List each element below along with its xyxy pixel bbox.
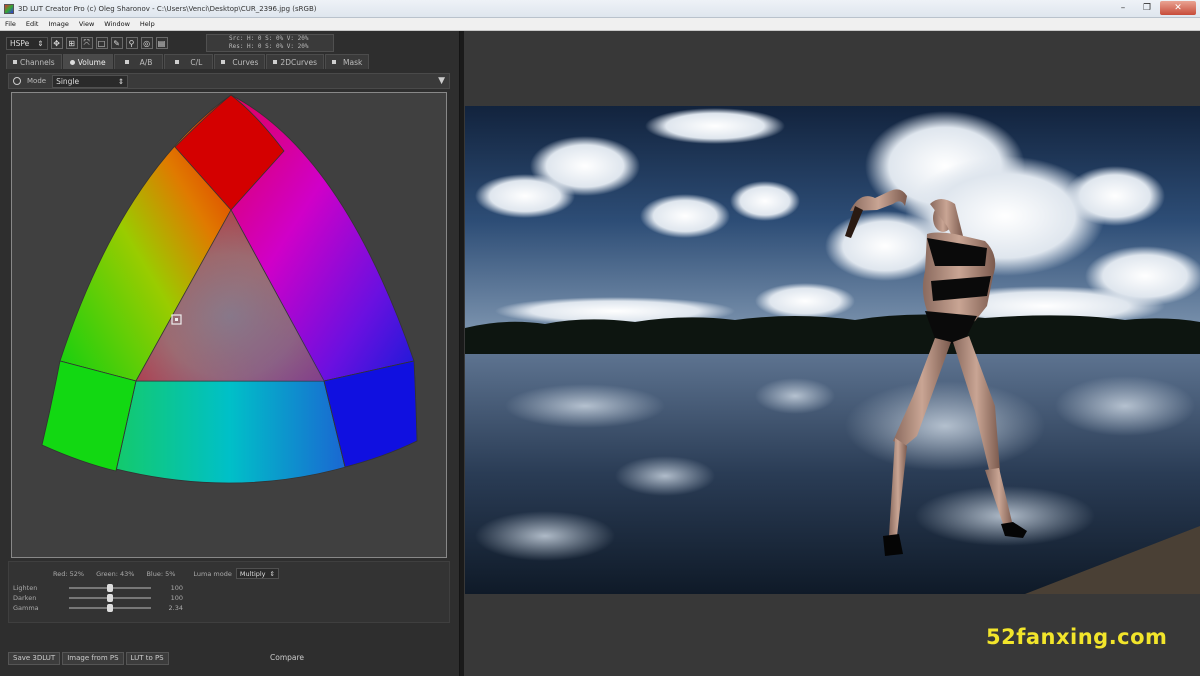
tab-marker-icon [175,60,180,64]
slider-track[interactable] [69,604,151,612]
tab-label: A/B [139,57,153,67]
compare-button[interactable]: Compare [270,653,304,662]
color-volume-canvas[interactable] [11,92,447,558]
tab-label: Curves [232,57,259,67]
treeline [465,314,1200,356]
image-from-ps-button[interactable]: Image from PS [62,651,124,665]
tab-label: C/L [190,57,203,67]
slider-value: 100 [170,594,183,602]
grid-icon[interactable]: ⊞ [65,37,78,49]
menu-image[interactable]: Image [43,20,73,28]
slider-darken: Darken 100 [13,593,193,603]
readout-src: Src: H: 0 S: 0% V: 20% [229,35,309,42]
slider-knob[interactable] [107,594,113,602]
editor-panel: HSPe ⇕ ✥ ⊞ ⤧ □ ✎ ⚲ ◎ ▤ Src: H: 0 S: 0% V… [0,31,460,676]
tab-label: 2DCurves [280,57,318,67]
tab-marker-icon [124,60,129,64]
tab-marker-icon [332,60,337,64]
mode-select[interactable]: Single ⇕ [52,74,129,88]
menu-edit[interactable]: Edit [21,20,44,28]
slider-knob[interactable] [107,604,113,612]
mode-label: Mode [27,77,47,85]
tab-label: Volume [77,57,106,67]
image-viewer[interactable]: 52fanxing.com [464,31,1200,676]
photo-graphic [465,106,1200,594]
mode-value: Single [56,76,80,86]
menu-file[interactable]: File [0,20,21,28]
slider-track[interactable] [69,594,151,602]
green-value: Green: 43% [96,569,135,578]
layers-icon[interactable]: ▤ [155,37,168,49]
updown-icon: ⇕ [269,569,275,578]
luma-mode-label: Luma mode [193,569,232,578]
luma-mode-value: Multiply [239,569,266,578]
move-icon[interactable]: ✥ [50,37,63,49]
color-volume-graphic [41,94,418,484]
tab-curves[interactable]: Curves [214,54,266,69]
tab-volume[interactable]: Volume [62,54,113,69]
slider-label: Darken [13,594,37,602]
updown-icon: ⇕ [37,38,44,48]
tab-marker-icon [13,60,17,64]
close-button[interactable]: ✕ [1160,1,1196,15]
slider-knob[interactable] [107,584,113,592]
adjustments-panel: Red: 52% Green: 43% Blue: 5% Luma mode M… [8,561,450,623]
window-title: 3D LUT Creator Pro (c) Oleg Sharonov - C… [18,4,317,13]
tab-2dcurves[interactable]: 2DCurves [266,54,325,69]
color-marker-dot [175,318,178,321]
shrink-icon[interactable]: ⤧ [80,37,93,49]
save-3dlut-button[interactable]: Save 3DLUT [8,651,61,665]
rgb-readout: Red: 52% Green: 43% Blue: 5% Luma mode M… [53,568,279,579]
updown-icon: ⇕ [117,76,125,86]
tab-channels[interactable]: Channels [6,54,62,69]
slider-label: Gamma [13,604,39,612]
readout-res: Res: H: 0 S: 0% V: 20% [229,43,309,50]
maximize-button[interactable]: ❐ [1136,1,1158,15]
tab-marker-icon [221,60,226,64]
red-value: Red: 52% [53,569,85,578]
ring-icon[interactable]: ◎ [140,37,153,49]
toolbar: HSPe ⇕ ✥ ⊞ ⤧ □ ✎ ⚲ ◎ ▤ [6,35,168,51]
collapse-triangle-icon[interactable]: ▼ [438,76,445,86]
menu-bar: File Edit Image View Window Help [0,18,1200,31]
color-readout: Src: H: 0 S: 0% V: 20% Res: H: 0 S: 0% V… [206,34,334,52]
preview-photo[interactable] [465,106,1200,594]
tab-ab[interactable]: A/B [113,54,164,69]
mode-bar: Mode Single ⇕ ▼ [8,73,450,89]
tab-mask[interactable]: Mask [325,54,370,69]
square-icon[interactable]: □ [95,37,108,49]
footer-bar: Save 3DLUT Image from PS LUT to PS Compa… [8,651,458,665]
tab-bar: Channels Volume A/B C/L Curves 2DCurves … [6,54,370,70]
colorspace-select[interactable]: HSPe ⇕ [6,36,48,50]
window-controls: – ❐ ✕ [1112,1,1196,15]
magnifier-icon[interactable]: ⚲ [125,37,138,49]
minimize-button[interactable]: – [1112,1,1134,15]
menu-window[interactable]: Window [99,20,135,28]
window-titlebar: 3D LUT Creator Pro (c) Oleg Sharonov - C… [0,0,1200,18]
slider-value: 2.34 [168,604,183,612]
menu-view[interactable]: View [74,20,99,28]
tab-cl[interactable]: C/L [164,54,214,69]
lut-to-ps-button[interactable]: LUT to PS [125,651,169,665]
tab-label: Channels [20,57,55,67]
slider-track[interactable] [69,584,151,592]
slider-lighten: Lighten 100 [13,583,193,593]
slider-gamma: Gamma 2.34 [13,603,193,613]
tab-label: Mask [343,57,363,67]
menu-help[interactable]: Help [135,20,160,28]
tab-marker-icon [273,60,278,64]
app-icon [4,3,14,14]
colorspace-value: HSPe [10,38,30,48]
tab-marker-icon [69,59,75,65]
eyedropper-icon[interactable]: ✎ [110,37,123,49]
circle-icon[interactable] [13,77,21,85]
watermark-text: 52fanxing.com [986,625,1168,649]
slider-label: Lighten [13,584,38,592]
blue-value: Blue: 5% [146,569,176,578]
slider-value: 100 [170,584,183,592]
luma-mode-select[interactable]: Multiply ⇕ [235,568,279,579]
